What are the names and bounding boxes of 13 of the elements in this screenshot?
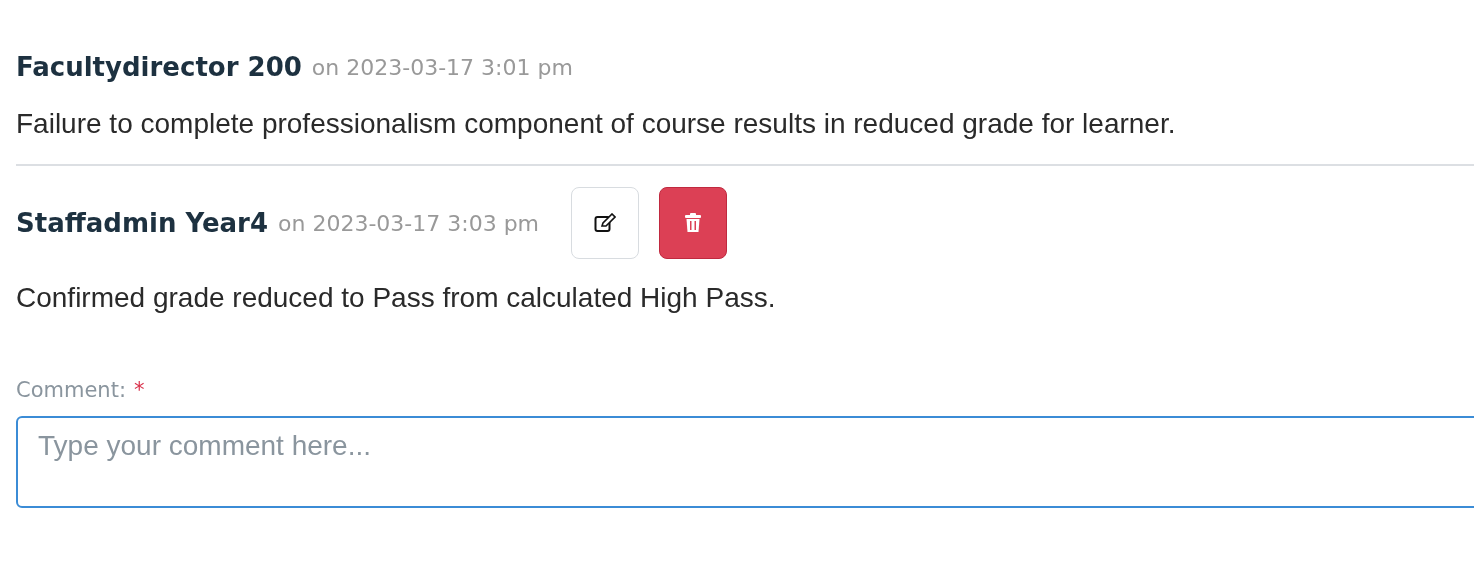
- comment-text: Failure to complete professionalism component of course results in reduced grade for learner.: [16, 108, 1177, 141]
- comment-author: Facultydirector 200: [16, 52, 302, 82]
- comment-timestamp: on 2023-03-17 3:03 pm: [278, 210, 540, 236]
- comment-author: Staffadmin Year4: [16, 208, 268, 238]
- edit-button[interactable]: [571, 187, 640, 259]
- comment-field[interactable]: Type your comment here...: [16, 416, 1474, 508]
- trash-icon: [685, 213, 702, 233]
- comment-timestamp: on 2023-03-17 3:01 pm: [311, 54, 573, 80]
- comment-text: Confirmed grade reduced to Pass from calculated High Pass.: [16, 282, 777, 315]
- comment-label: Comment:: [16, 378, 126, 402]
- edit-icon: [594, 213, 617, 233]
- delete-button[interactable]: [659, 187, 728, 259]
- required-mark: *: [133, 378, 145, 402]
